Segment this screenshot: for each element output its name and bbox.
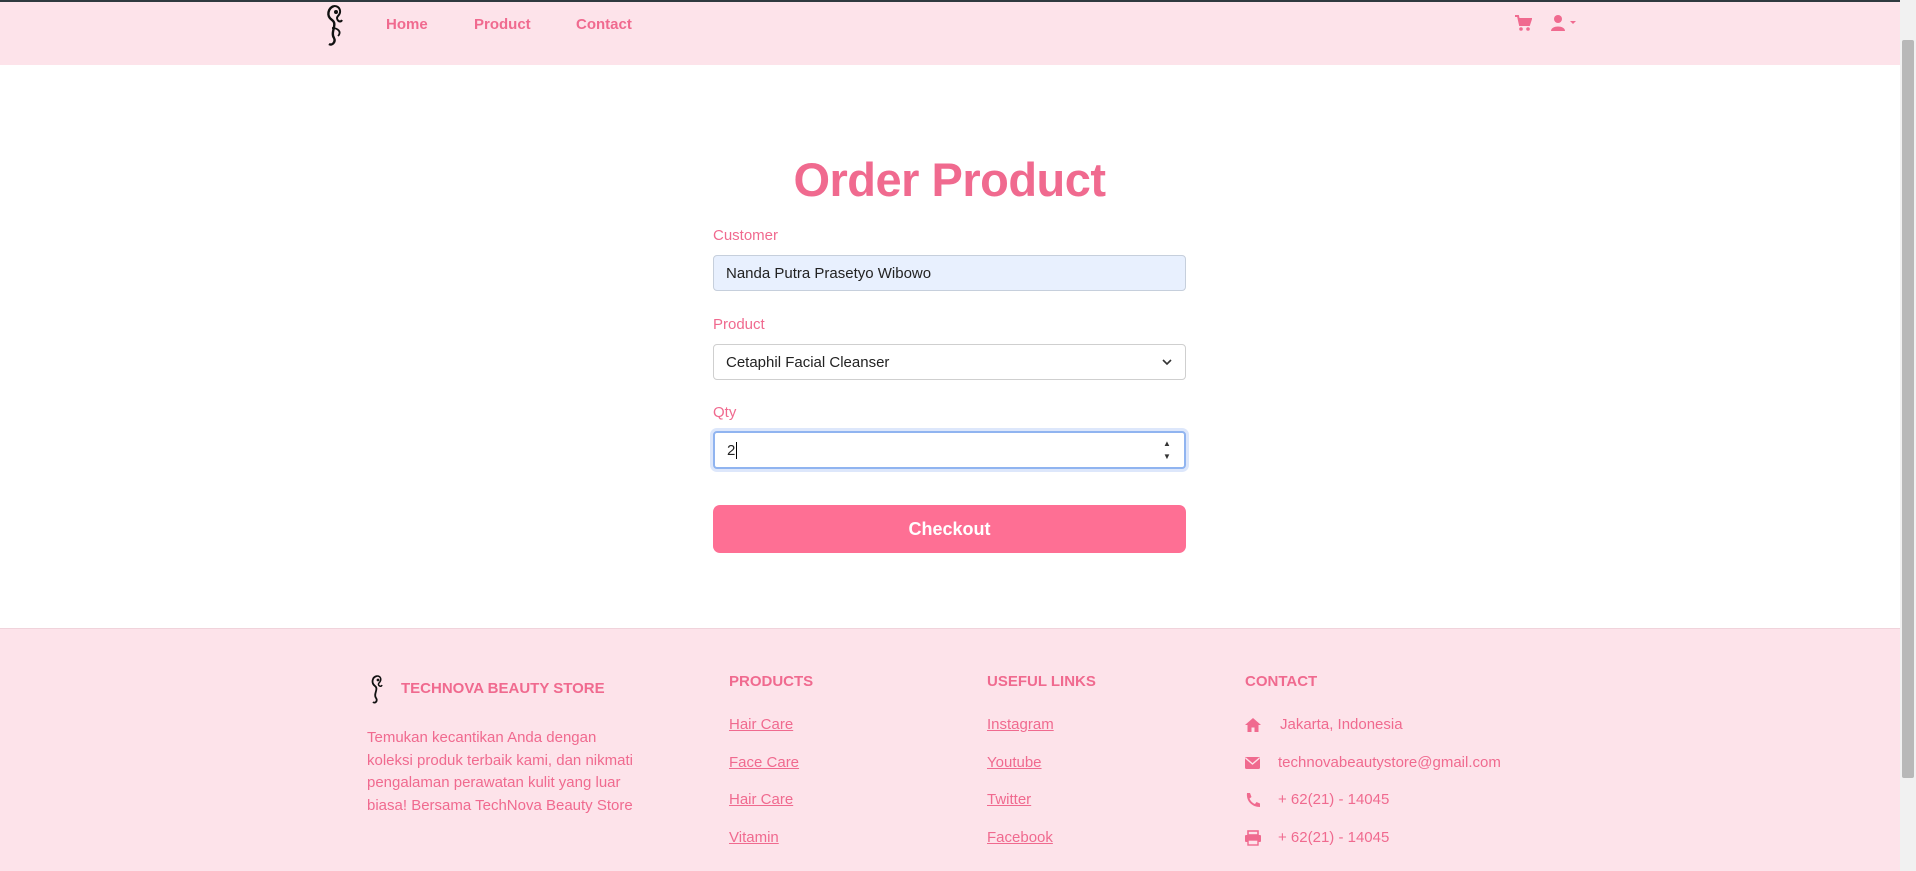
chevron-down-icon <box>1162 359 1172 366</box>
footer-links-heading: USEFUL LINKS <box>987 673 1096 690</box>
text-caret <box>736 441 738 459</box>
contact-phone: + 62(21) - 14045 <box>1278 791 1390 808</box>
footer-product-link[interactable]: Hair Care <box>729 716 793 733</box>
contact-email: technovabeautystore@gmail.com <box>1278 754 1501 771</box>
footer-product-link[interactable]: Vitamin <box>729 829 779 846</box>
customer-value: Nanda Putra Prasetyo Wibowo <box>726 264 932 282</box>
footer-link-instagram[interactable]: Instagram <box>987 716 1054 733</box>
nav-link-contact[interactable]: Contact <box>576 16 632 33</box>
checkout-button[interactable]: Checkout <box>713 505 1186 553</box>
page-title: Order Product <box>793 153 1106 206</box>
envelope-icon <box>1245 757 1260 769</box>
cart-icon[interactable] <box>1514 14 1532 32</box>
qty-label: Qty <box>713 404 737 421</box>
product-selected-value: Cetaphil Facial Cleanser <box>726 353 890 371</box>
footer-link-twitter[interactable]: Twitter <box>987 791 1031 808</box>
footer-description: Temukan kecantikan Anda dengan koleksi p… <box>367 729 633 814</box>
footer-product-link[interactable]: Hair Care <box>729 791 793 808</box>
scrollbar-thumb[interactable] <box>1902 40 1914 778</box>
stepper-down-icon[interactable]: ▼ <box>1162 452 1172 461</box>
product-select[interactable]: Cetaphil Facial Cleanser <box>713 344 1186 380</box>
customer-label: Customer <box>713 227 779 244</box>
footer-products-heading: PRODUCTS <box>729 673 814 690</box>
footer-link-facebook[interactable]: Facebook <box>987 829 1053 846</box>
footer-brand: TECHNOVA BEAUTY STORE <box>401 680 605 697</box>
footer-link-youtube[interactable]: Youtube <box>987 754 1042 771</box>
stepper-up-icon[interactable]: ▲ <box>1162 439 1172 448</box>
home-icon <box>1245 718 1261 732</box>
nav-link-product[interactable]: Product <box>474 16 531 33</box>
print-icon <box>1245 830 1261 846</box>
phone-icon <box>1246 793 1260 807</box>
contact-address: Jakarta, Indonesia <box>1280 716 1403 733</box>
qty-stepper[interactable]: ▲ ▼ <box>1162 439 1172 461</box>
footer-logo-icon <box>371 675 383 704</box>
footer-contact-heading: CONTACT <box>1245 673 1318 690</box>
user-menu-icon[interactable] <box>1550 14 1582 32</box>
nav-link-home[interactable]: Home <box>386 16 428 33</box>
footer <box>0 628 1900 871</box>
contact-fax: + 62(21) - 14045 <box>1278 829 1390 846</box>
product-label: Product <box>713 316 765 333</box>
navbar: Home Product Contact <box>0 2 1900 65</box>
qty-value: 2 <box>727 441 736 459</box>
logo-icon[interactable] <box>320 2 350 48</box>
footer-product-link[interactable]: Face Care <box>729 754 799 771</box>
qty-input[interactable]: 2 ▲ ▼ <box>713 431 1186 469</box>
customer-input[interactable]: Nanda Putra Prasetyo Wibowo <box>713 255 1186 291</box>
